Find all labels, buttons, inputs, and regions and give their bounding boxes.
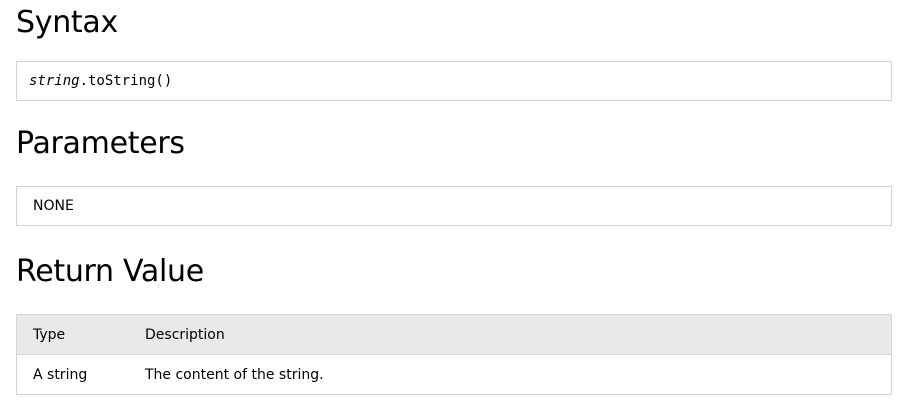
return-value-heading: Return Value: [16, 254, 204, 289]
parameters-box: NONE: [16, 186, 892, 226]
return-value-table: Type Description A string The content of…: [16, 314, 892, 395]
syntax-code-block: string.toString(): [16, 61, 892, 101]
table-cell-description: The content of the string.: [145, 366, 324, 383]
parameters-heading: Parameters: [16, 126, 185, 161]
table-row: A string The content of the string.: [16, 354, 892, 395]
syntax-code: string.toString(): [29, 72, 172, 90]
syntax-heading: Syntax: [16, 5, 118, 40]
table-header-type: Type: [33, 326, 66, 343]
syntax-method-call: .toString(): [79, 73, 173, 89]
table-cell-type: A string: [33, 366, 88, 383]
parameters-value: NONE: [33, 198, 74, 214]
syntax-object-name: string: [29, 73, 80, 89]
table-header-row: Type Description: [16, 314, 892, 355]
table-header-description: Description: [145, 326, 225, 343]
